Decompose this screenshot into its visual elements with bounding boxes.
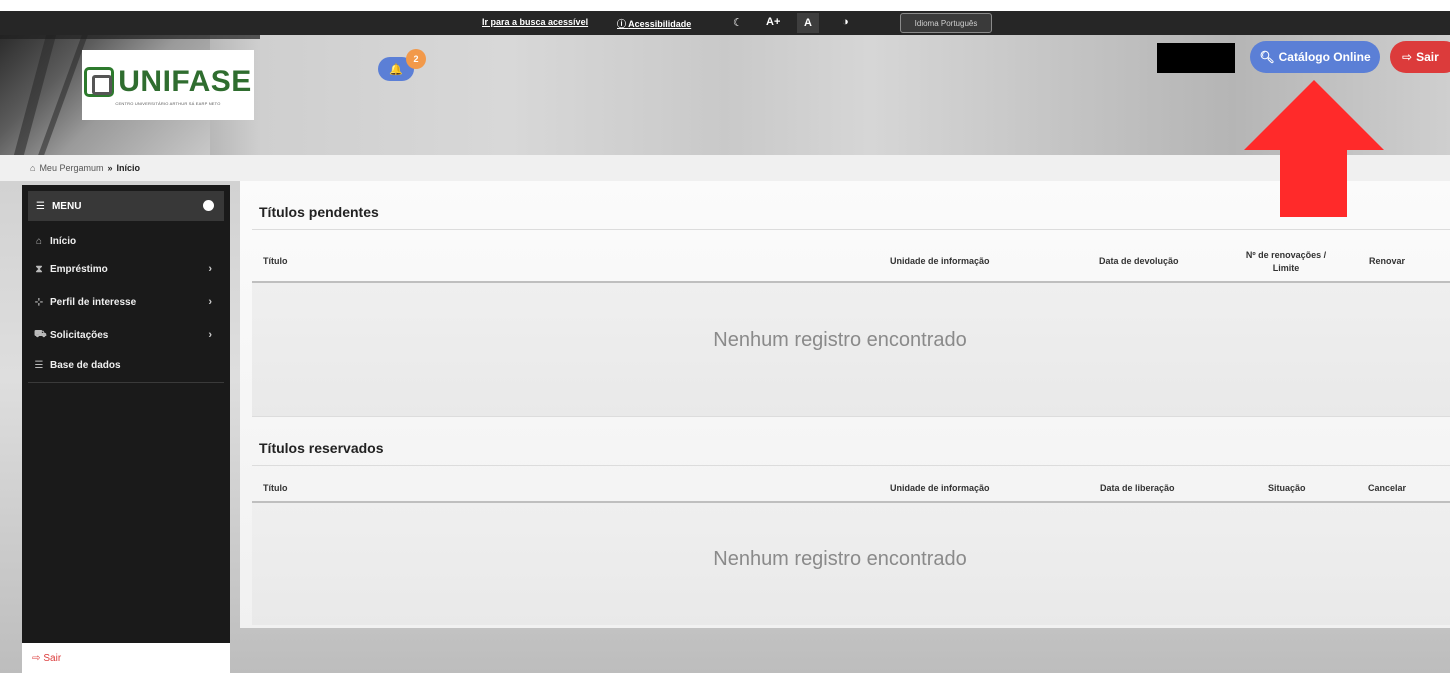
column-header-unidade: Unidade de informação [890, 483, 990, 493]
logo-mark-icon [84, 66, 115, 97]
breadcrumb-current: Início [116, 163, 140, 173]
dark-mode-icon[interactable]: ☾ [733, 16, 743, 29]
logout-label: Sair [1416, 50, 1439, 64]
sidebar-item-label: Base de dados [50, 359, 121, 371]
pending-titles-heading: Títulos pendentes [259, 204, 379, 220]
home-icon: ⌂ [30, 163, 36, 173]
breadcrumb: ⌂ Meu Pergamum » Início [0, 155, 1450, 181]
section-divider [252, 465, 1450, 466]
sidebar-logout-label: Sair [43, 652, 62, 664]
column-header-titulo: Título [263, 256, 288, 266]
info-icon: ⓘ [617, 19, 629, 29]
pending-empty-message: Nenhum registro encontrado [713, 329, 967, 351]
column-header-situacao: Situação [1268, 483, 1306, 493]
sidebar-item-base-de-dados[interactable]: ☰ Base de dados [28, 354, 224, 376]
font-normal-button[interactable]: A [797, 13, 819, 33]
column-header-renovacoes: Nº de renovações / Limite [1245, 250, 1327, 273]
reserved-titles-heading: Títulos reservados [259, 440, 384, 456]
home-icon: ⌂ [35, 235, 43, 247]
sidebar: ☰ MENU ⌂ Início ⧗ Empréstimo › ⊹ Perfil … [22, 185, 230, 673]
redacted-user-name [1157, 43, 1235, 73]
annotation-arrow-icon [1244, 80, 1384, 217]
sidebar-item-label: Solicitações [50, 329, 109, 341]
unifase-logo[interactable]: UNIFASE CENTRO UNIVERSITÁRIO ARTHUR SÁ E… [82, 50, 254, 120]
chevron-right-icon: › [208, 329, 212, 341]
database-icon: ☰ [34, 359, 44, 371]
language-button[interactable]: Idioma Português [900, 13, 992, 33]
hamburger-icon: ☰ [36, 200, 45, 212]
logout-button[interactable]: ⇨ Sair [1390, 41, 1450, 73]
top-margin [0, 0, 1450, 11]
search-icon: 🔍︎ [1259, 50, 1275, 64]
header-banner: UNIFASE CENTRO UNIVERSITÁRIO ARTHUR SÁ E… [0, 35, 1450, 155]
chevron-right-icon: › [208, 263, 212, 275]
column-header-renovar: Renovar [1369, 256, 1406, 266]
sidebar-item-perfil-de-interesse[interactable]: ⊹ Perfil de interesse › [28, 291, 224, 313]
accessibility-label: Acessibilidade [628, 19, 692, 29]
column-header-cancelar: Cancelar [1368, 483, 1407, 493]
reserved-empty-message: Nenhum registro encontrado [713, 548, 967, 570]
sidebar-item-label: Início [50, 235, 77, 247]
column-header-data-devolucao: Data de devolução [1099, 256, 1179, 266]
logo-tagline: CENTRO UNIVERSITÁRIO ARTHUR SÁ EARP NETO [115, 100, 221, 106]
sign-out-icon: ⇨ [32, 652, 41, 664]
bell-icon: 🔔 [389, 63, 403, 76]
logo-text: UNIFASE [118, 64, 252, 98]
sidebar-item-label: Perfil de interesse [50, 296, 137, 308]
section-divider [252, 416, 1450, 417]
sidebar-logout-link[interactable]: ⇨ Sair [22, 643, 230, 673]
skip-to-search-link[interactable]: Ir para a busca acessível [482, 17, 588, 27]
chevron-right-icon: › [208, 296, 212, 308]
sidebar-divider [28, 382, 224, 383]
plus-circle-icon[interactable] [203, 200, 214, 211]
section-divider [252, 229, 1450, 230]
menu-toggle[interactable]: ☰ MENU [28, 191, 224, 221]
catalog-online-button[interactable]: 🔍︎ Catálogo Online [1250, 41, 1380, 73]
breadcrumb-root[interactable]: Meu Pergamum [39, 163, 103, 173]
background-stripe [0, 35, 260, 39]
breadcrumb-separator: » [107, 163, 113, 173]
sidebar-item-label: Empréstimo [50, 263, 108, 275]
sitemap-icon: ⊹ [34, 296, 44, 308]
menu-title: MENU [51, 200, 82, 212]
sign-out-icon: ⇨ [1402, 50, 1413, 64]
column-header-titulo: Título [263, 483, 288, 493]
accessibility-link[interactable]: ⓘ Acessibilidade [617, 17, 691, 30]
font-increase-button[interactable]: A+ [766, 16, 780, 28]
sidebar-item-emprestimo[interactable]: ⧗ Empréstimo › [28, 258, 224, 280]
accessibility-bar: Ir para a busca acessível ⓘ Acessibilida… [0, 11, 1450, 35]
column-header-data-liberacao: Data de liberação [1100, 483, 1175, 493]
contrast-icon[interactable]: ◑ [842, 16, 849, 28]
notification-badge: 2 [406, 49, 426, 69]
cart-icon: ⛟ [34, 328, 47, 340]
column-header-unidade: Unidade de informação [890, 256, 990, 266]
sidebar-item-inicio[interactable]: ⌂ Início [28, 230, 224, 252]
hourglass-icon: ⧗ [35, 263, 43, 275]
sidebar-item-solicitacoes[interactable]: ⛟ Solicitações › [28, 324, 224, 346]
catalog-online-label: Catálogo Online [1278, 50, 1371, 64]
